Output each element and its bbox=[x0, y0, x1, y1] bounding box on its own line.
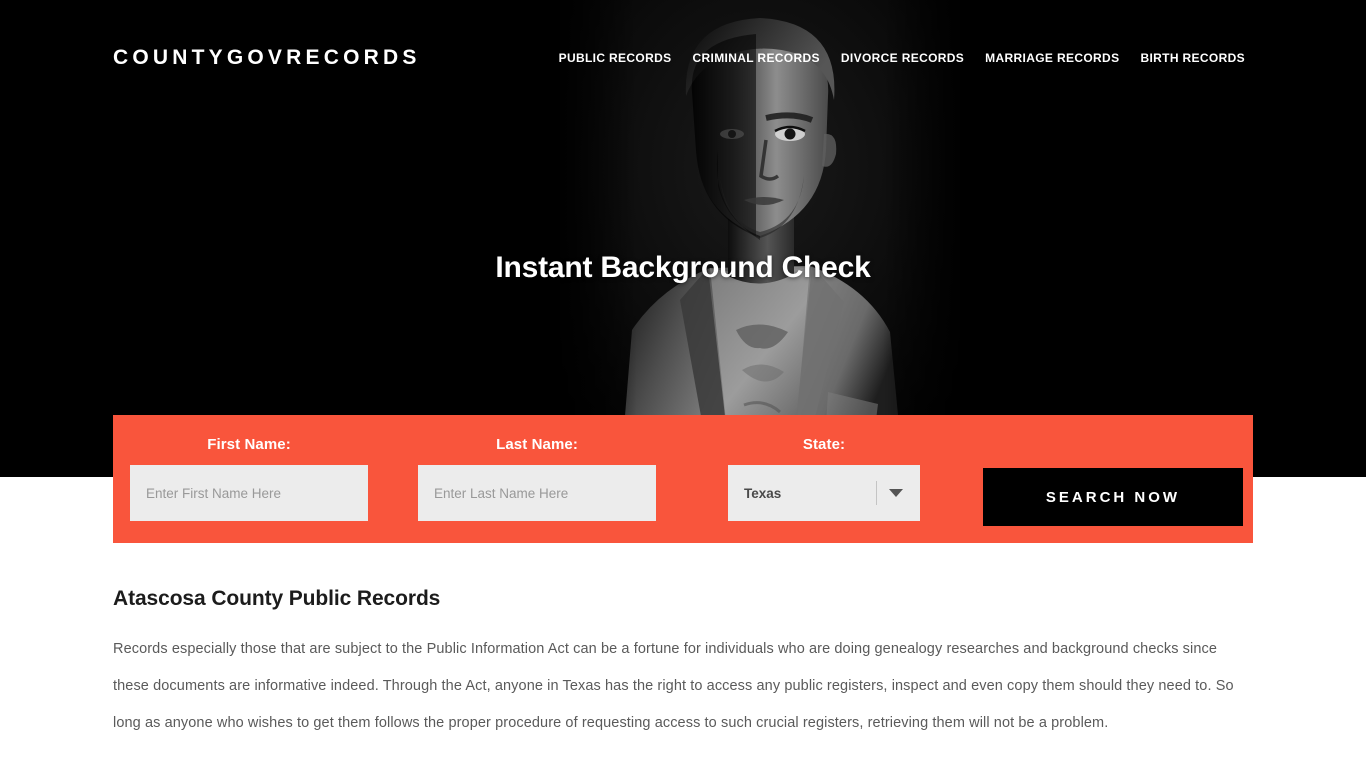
nav-item-criminal-records[interactable]: CRIMINAL RECORDS bbox=[693, 50, 820, 66]
content-paragraph-2: The Division of Open Records of the Atto… bbox=[113, 764, 1253, 768]
last-name-input[interactable] bbox=[418, 465, 656, 521]
select-divider bbox=[876, 481, 877, 505]
last-name-field-group: Last Name: bbox=[418, 415, 656, 521]
site-header: COUNTYGOVRECORDS PUBLIC RECORDS CRIMINAL… bbox=[0, 0, 1366, 116]
state-field-group: State: Texas bbox=[728, 415, 920, 521]
state-label: State: bbox=[802, 436, 846, 453]
page-root: Instant Background Check COUNTYGOVRECORD… bbox=[0, 0, 1366, 768]
hero-title: Instant Background Check bbox=[495, 251, 871, 284]
main-navigation: PUBLIC RECORDS CRIMINAL RECORDS DIVORCE … bbox=[559, 50, 1245, 66]
chevron-down-icon bbox=[889, 489, 903, 497]
nav-item-birth-records[interactable]: BIRTH RECORDS bbox=[1140, 50, 1245, 66]
background-check-search-form: First Name: Last Name: State: Texas SEAR… bbox=[113, 415, 1253, 543]
last-name-label: Last Name: bbox=[496, 436, 578, 453]
state-select-value: Texas bbox=[744, 485, 782, 501]
nav-item-marriage-records[interactable]: MARRIAGE RECORDS bbox=[985, 50, 1119, 66]
state-select[interactable]: Texas bbox=[728, 465, 920, 521]
nav-item-public-records[interactable]: PUBLIC RECORDS bbox=[559, 50, 672, 66]
first-name-input[interactable] bbox=[130, 465, 368, 521]
first-name-label: First Name: bbox=[207, 436, 291, 453]
site-logo[interactable]: COUNTYGOVRECORDS bbox=[113, 45, 421, 71]
content-paragraph-1: Records especially those that are subjec… bbox=[113, 641, 1234, 731]
nav-item-divorce-records[interactable]: DIVORCE RECORDS bbox=[841, 50, 964, 66]
page-title: Atascosa County Public Records bbox=[113, 587, 441, 610]
first-name-field-group: First Name: bbox=[130, 415, 368, 521]
search-now-button[interactable]: SEARCH NOW bbox=[983, 468, 1243, 526]
content-section: Atascosa County Public Records Records e… bbox=[113, 585, 1253, 768]
